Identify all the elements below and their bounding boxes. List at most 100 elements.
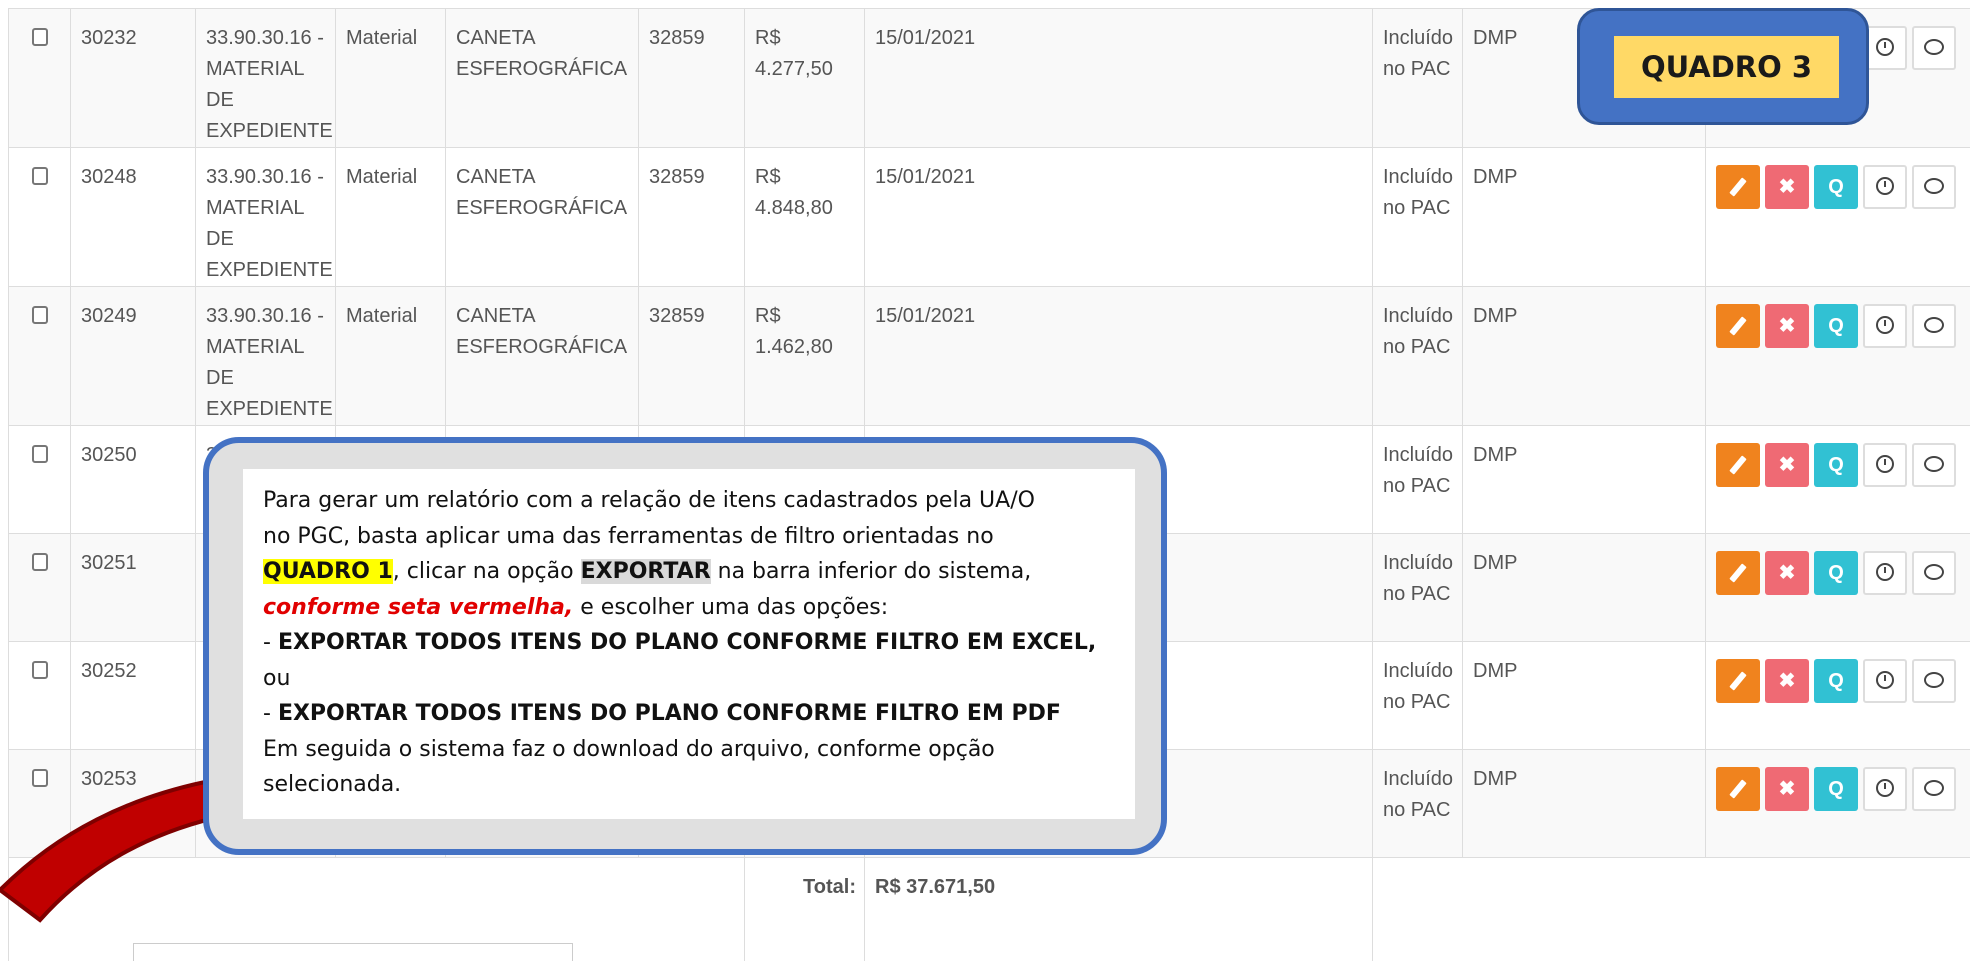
edit-button[interactable]: [1716, 767, 1760, 811]
history-button[interactable]: [1863, 659, 1907, 703]
history-button[interactable]: [1863, 304, 1907, 348]
cell-status: Incluído no PAC: [1372, 533, 1463, 642]
cell-id: 30248: [70, 147, 196, 287]
row-checkbox[interactable]: [31, 553, 48, 571]
cell-status: Incluído no PAC: [1372, 749, 1463, 858]
view-button[interactable]: Q: [1814, 165, 1858, 209]
row-checkbox[interactable]: [31, 167, 48, 185]
comments-button[interactable]: [1912, 26, 1956, 70]
search-icon: Q: [1828, 562, 1844, 584]
row-select-cell: [8, 8, 71, 148]
comments-button[interactable]: [1912, 304, 1956, 348]
comment-icon: [1924, 455, 1944, 472]
cell-catmat: 32859: [638, 286, 745, 426]
cell-date: 15/01/2021: [864, 8, 1373, 148]
view-button[interactable]: Q: [1814, 443, 1858, 487]
instruction-line: ou: [263, 665, 291, 691]
clock-icon: [1876, 316, 1894, 335]
cell-status: Incluído no PAC: [1372, 641, 1463, 750]
instruction-line: Em seguida o sistema faz o download do a…: [263, 736, 995, 762]
comment-icon: [1924, 177, 1944, 194]
delete-button[interactable]: ✖: [1765, 304, 1809, 348]
row-checkbox[interactable]: [31, 28, 48, 46]
row-select-cell: [8, 533, 71, 642]
edit-button[interactable]: [1716, 165, 1760, 209]
comment-icon: [1924, 38, 1944, 55]
cell-id: 30251: [70, 533, 196, 642]
cell-unit: DMP: [1462, 641, 1706, 750]
comment-icon: [1924, 316, 1944, 333]
row-checkbox[interactable]: [31, 306, 48, 324]
delete-button[interactable]: ✖: [1765, 551, 1809, 595]
edit-button[interactable]: [1716, 551, 1760, 595]
cell-status: Incluído no PAC: [1372, 286, 1463, 426]
close-icon: ✖: [1778, 454, 1796, 476]
total-value: R$ 37.671,50: [864, 857, 1373, 961]
comments-button[interactable]: [1912, 443, 1956, 487]
close-icon: ✖: [1778, 562, 1796, 584]
quadro3-label: QUADRO 3: [1614, 36, 1839, 98]
view-button[interactable]: Q: [1814, 304, 1858, 348]
instruction-text-box: Para gerar um relatório com a relação de…: [243, 469, 1135, 819]
close-icon: ✖: [1778, 176, 1796, 198]
history-button[interactable]: [1863, 165, 1907, 209]
row-actions: ✖ Q: [1705, 533, 1970, 642]
edit-button[interactable]: [1716, 659, 1760, 703]
cell-value: R$ 4.277,50: [744, 8, 865, 148]
history-button[interactable]: [1863, 767, 1907, 811]
comments-button[interactable]: [1912, 659, 1956, 703]
screenshot-scene: 30232 33.90.30.16 - MATERIAL DE EXPEDIENTE…: [0, 0, 1970, 961]
cell-type: Material: [335, 286, 446, 426]
view-button[interactable]: Q: [1814, 551, 1858, 595]
instruction-line: conforme seta vermelha, e escolher uma d…: [263, 594, 889, 620]
delete-button[interactable]: ✖: [1765, 443, 1809, 487]
pencil-icon: [1729, 455, 1747, 475]
cell-unit: DMP: [1462, 533, 1706, 642]
row-checkbox[interactable]: [31, 661, 48, 679]
red-arrow-note: conforme seta vermelha,: [263, 594, 574, 620]
cell-type: Material: [335, 8, 446, 148]
row-checkbox[interactable]: [31, 445, 48, 463]
comments-button[interactable]: [1912, 165, 1956, 209]
cell-status: Incluído no PAC: [1372, 147, 1463, 287]
cell-item: CANETA ESFEROGRÁFICA: [445, 8, 639, 148]
pencil-icon: [1729, 779, 1747, 799]
cell-unit: DMP: [1462, 749, 1706, 858]
comments-button[interactable]: [1912, 551, 1956, 595]
delete-button[interactable]: ✖: [1765, 659, 1809, 703]
row-select-cell: [8, 425, 71, 534]
instruction-line: no PGC, basta aplicar uma das ferramenta…: [263, 523, 994, 549]
close-icon: ✖: [1778, 670, 1796, 692]
row-actions: ✖ Q: [1705, 749, 1970, 858]
delete-button[interactable]: ✖: [1765, 165, 1809, 209]
history-button[interactable]: [1863, 443, 1907, 487]
view-button[interactable]: Q: [1814, 659, 1858, 703]
delete-button[interactable]: ✖: [1765, 767, 1809, 811]
cell-item: CANETA ESFEROGRÁFICA: [445, 147, 639, 287]
history-button[interactable]: [1863, 26, 1907, 70]
cell-id: 30249: [70, 286, 196, 426]
row-actions: ✖ Q: [1705, 147, 1970, 287]
close-icon: ✖: [1778, 778, 1796, 800]
history-button[interactable]: [1863, 551, 1907, 595]
cell-id: 30252: [70, 641, 196, 750]
row-select-cell: [8, 147, 71, 287]
cell-date: 15/01/2021: [864, 286, 1373, 426]
instruction-callout: Para gerar um relatório com a relação de…: [203, 437, 1167, 855]
cell-id: 30232: [70, 8, 196, 148]
search-icon: Q: [1828, 315, 1844, 337]
search-icon: Q: [1828, 454, 1844, 476]
cell-unit: DMP: [1462, 286, 1706, 426]
comments-button[interactable]: [1912, 767, 1956, 811]
row-select-cell: [8, 641, 71, 750]
edit-button[interactable]: [1716, 443, 1760, 487]
pencil-icon: [1729, 316, 1747, 336]
clock-icon: [1876, 38, 1894, 57]
instruction-line: QUADRO 1, clicar na opção EXPORTAR na ba…: [263, 559, 1032, 584]
search-icon: Q: [1828, 778, 1844, 800]
search-icon: Q: [1828, 176, 1844, 198]
cell-date: 15/01/2021: [864, 147, 1373, 287]
view-button[interactable]: Q: [1814, 767, 1858, 811]
edit-button[interactable]: [1716, 304, 1760, 348]
cell-id: 30250: [70, 425, 196, 534]
